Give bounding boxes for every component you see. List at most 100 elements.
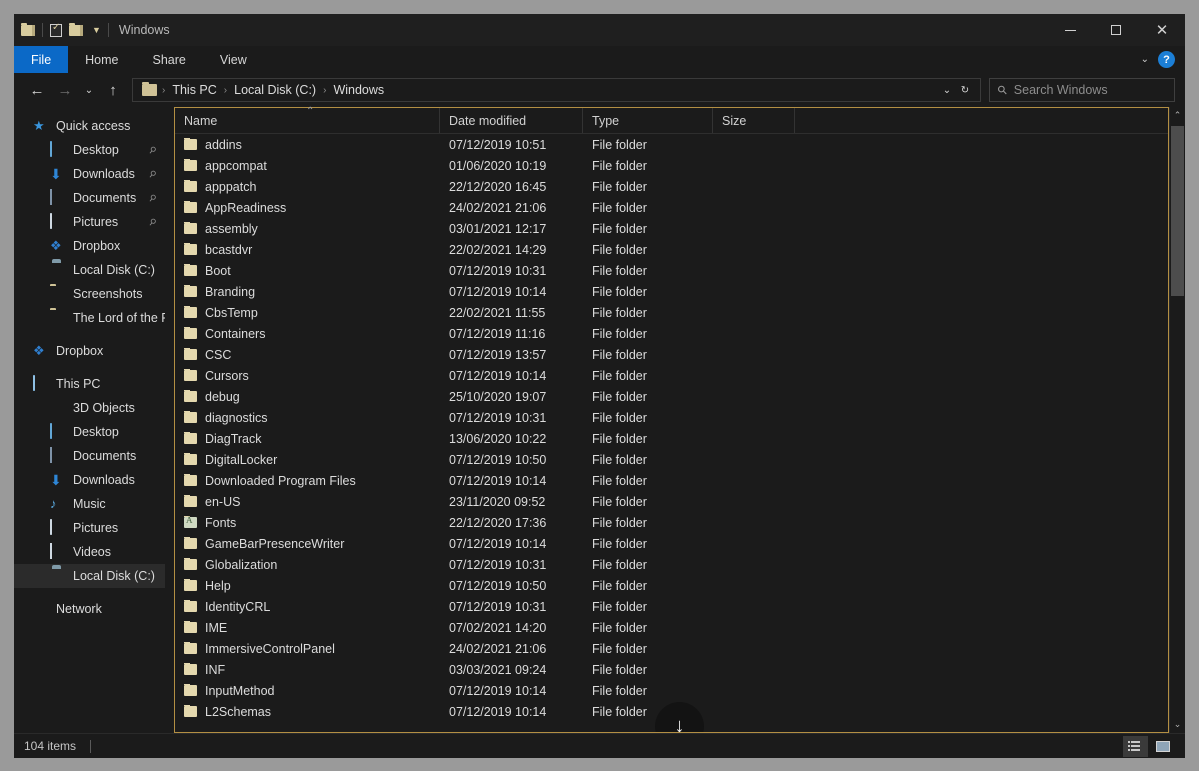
sidebar-item-downloads[interactable]: ⬇ Downloads — [14, 468, 165, 492]
sidebar-item-videos[interactable]: Videos — [14, 540, 165, 564]
table-row[interactable]: Boot 07/12/2019 10:31 File folder — [175, 260, 1168, 281]
table-row[interactable]: Fonts 22/12/2020 17:36 File folder — [175, 512, 1168, 533]
table-row[interactable]: DiagTrack 13/06/2020 10:22 File folder — [175, 428, 1168, 449]
sidebar-item-desktop[interactable]: Desktop — [14, 420, 165, 444]
folder-icon[interactable] — [21, 22, 37, 38]
table-row[interactable]: debug 25/10/2020 19:07 File folder — [175, 386, 1168, 407]
table-row[interactable]: GameBarPresenceWriter 07/12/2019 10:14 Fil… — [175, 533, 1168, 554]
table-row[interactable]: AppReadiness 24/02/2021 21:06 File folder — [175, 197, 1168, 218]
refresh-icon[interactable]: ↻ — [956, 77, 974, 103]
file-name: INF — [205, 662, 226, 677]
column-header-date-modified[interactable]: Date modified — [440, 108, 583, 133]
sidebar-item-this-pc[interactable]: This PC — [14, 372, 165, 396]
file-date-cell: 07/12/2019 10:14 — [449, 368, 547, 383]
file-type-cell: File folder — [592, 452, 647, 467]
table-row[interactable]: Downloaded Program Files 07/12/2019 10:14… — [175, 470, 1168, 491]
pin-icon[interactable]: ⚲ — [147, 144, 158, 157]
tab-share[interactable]: Share — [136, 46, 203, 73]
table-row[interactable]: INF 03/03/2021 09:24 File folder — [175, 659, 1168, 680]
tab-view[interactable]: View — [203, 46, 264, 73]
details-view-icon[interactable] — [1123, 735, 1148, 757]
breadcrumb-this-pc[interactable]: This PC — [167, 83, 221, 97]
scroll-up-arrow-icon[interactable]: ⌃ — [1174, 107, 1182, 124]
address-dropdown-icon[interactable]: ⌄ — [938, 77, 956, 103]
sidebar-item-3d-objects[interactable]: 3D Objects — [14, 396, 165, 420]
folder-icon — [50, 310, 66, 326]
back-arrow-icon[interactable]: ← — [24, 77, 50, 103]
file-name: CbsTemp — [205, 305, 258, 320]
table-row[interactable]: IdentityCRL 07/12/2019 10:31 File folder — [175, 596, 1168, 617]
sidebar-item-dropbox[interactable]: ❖ Dropbox — [14, 339, 165, 363]
sidebar-item-local-disk-c[interactable]: Local Disk (C:) — [14, 564, 165, 588]
pin-icon[interactable]: ⚲ — [147, 216, 158, 229]
help-button[interactable]: ? — [1158, 51, 1175, 68]
new-folder-icon[interactable] — [69, 22, 85, 38]
file-type-cell: File folder — [592, 578, 647, 593]
recent-locations-chevron-icon[interactable]: ⌄ — [80, 77, 98, 103]
table-row[interactable]: Cursors 07/12/2019 10:14 File folder — [175, 365, 1168, 386]
sidebar-item-pictures[interactable]: Pictures ⚲ — [14, 210, 165, 234]
table-row[interactable]: Help 07/12/2019 10:50 File folder — [175, 575, 1168, 596]
table-row[interactable]: IME 07/02/2021 14:20 File folder — [175, 617, 1168, 638]
vertical-scrollbar[interactable]: ⌃ ⌄ — [1169, 107, 1185, 733]
table-row[interactable]: DigitalLocker 07/12/2019 10:50 File folder — [175, 449, 1168, 470]
scrollbar-thumb[interactable] — [1171, 126, 1184, 296]
pin-icon[interactable]: ⚲ — [147, 192, 158, 205]
tab-home[interactable]: Home — [68, 46, 135, 73]
table-row[interactable]: apppatch 22/12/2020 16:45 File folder — [175, 176, 1168, 197]
scrollbar-track[interactable] — [1170, 124, 1185, 716]
table-row[interactable]: appcompat 01/06/2020 10:19 File folder — [175, 155, 1168, 176]
sidebar-item-dropbox[interactable]: ❖ Dropbox — [14, 234, 165, 258]
sidebar-item-label: Documents — [73, 449, 137, 463]
table-row[interactable]: addins 07/12/2019 10:51 File folder — [175, 134, 1168, 155]
table-row[interactable]: en-US 23/11/2020 09:52 File folder — [175, 491, 1168, 512]
sidebar-item-documents[interactable]: Documents ⚲ — [14, 186, 165, 210]
table-row[interactable]: Containers 07/12/2019 11:16 File folder — [175, 323, 1168, 344]
scroll-down-arrow-icon[interactable]: ⌄ — [1174, 716, 1182, 733]
breadcrumb[interactable]: › This PC › Local Disk (C:) › Windows ⌄ … — [132, 78, 981, 102]
table-row[interactable]: CbsTemp 22/02/2021 11:55 File folder — [175, 302, 1168, 323]
file-name: Downloaded Program Files — [205, 473, 356, 488]
sidebar-item-music[interactable]: ♪ Music — [14, 492, 165, 516]
sidebar-item-desktop[interactable]: Desktop ⚲ — [14, 138, 165, 162]
sidebar-item-label: Desktop — [73, 425, 119, 439]
table-row[interactable]: assembly 03/01/2021 12:17 File folder — [175, 218, 1168, 239]
chevron-down-icon[interactable]: ⌄ — [1141, 54, 1149, 65]
customize-chevron-icon[interactable]: ▼ — [90, 25, 103, 35]
table-row[interactable]: ImmersiveControlPanel 24/02/2021 21:06 Fil… — [175, 638, 1168, 659]
sidebar-item-the-lord-of-the-ring[interactable]: The Lord of the Ring — [14, 306, 165, 330]
sidebar-item-screenshots[interactable]: Screenshots — [14, 282, 165, 306]
table-row[interactable]: bcastdvr 22/02/2021 14:29 File folder — [175, 239, 1168, 260]
file-name: AppReadiness — [205, 200, 287, 215]
column-header-type[interactable]: Type — [583, 108, 713, 133]
close-icon[interactable]: ✕ — [1139, 14, 1185, 46]
breadcrumb-local-disk[interactable]: Local Disk (C:) — [229, 83, 321, 97]
table-row[interactable]: Globalization 07/12/2019 10:31 File folder — [175, 554, 1168, 575]
table-row[interactable]: Branding 07/12/2019 10:14 File folder — [175, 281, 1168, 302]
table-row[interactable]: InputMethod 07/12/2019 10:14 File folder — [175, 680, 1168, 701]
file-date-cell: 07/12/2019 10:31 — [449, 557, 547, 572]
maximize-icon[interactable] — [1093, 14, 1139, 46]
up-arrow-icon[interactable]: ↑ — [100, 77, 126, 103]
search-input[interactable]: ⚲ Search Windows — [989, 78, 1175, 102]
breadcrumb-windows[interactable]: Windows — [328, 83, 389, 97]
pin-icon[interactable]: ⚲ — [147, 168, 158, 181]
table-row[interactable]: CSC 07/12/2019 13:57 File folder — [175, 344, 1168, 365]
tab-file[interactable]: File — [14, 46, 69, 73]
properties-icon[interactable] — [48, 22, 64, 38]
divider — [42, 23, 43, 37]
file-date-cell: 07/12/2019 10:50 — [449, 452, 547, 467]
forward-arrow-icon[interactable]: → — [52, 77, 78, 103]
table-row[interactable]: diagnostics 07/12/2019 10:31 File folder — [175, 407, 1168, 428]
minimize-icon[interactable] — [1047, 14, 1093, 46]
sidebar-item-downloads[interactable]: ⬇ Downloads ⚲ — [14, 162, 165, 186]
sidebar-item-label: Pictures — [73, 521, 119, 535]
sidebar-item-pictures[interactable]: Pictures — [14, 516, 165, 540]
sidebar-item-documents[interactable]: Documents — [14, 444, 165, 468]
sidebar-item-network[interactable]: Network — [14, 597, 165, 621]
sidebar-item-local-disk-c[interactable]: Local Disk (C:) — [14, 258, 165, 282]
large-icons-view-icon[interactable] — [1150, 736, 1175, 757]
column-header-size[interactable]: Size — [713, 108, 795, 133]
file-name: bcastdvr — [205, 242, 253, 257]
sidebar-item-quick-access[interactable]: ★ Quick access — [14, 114, 165, 138]
